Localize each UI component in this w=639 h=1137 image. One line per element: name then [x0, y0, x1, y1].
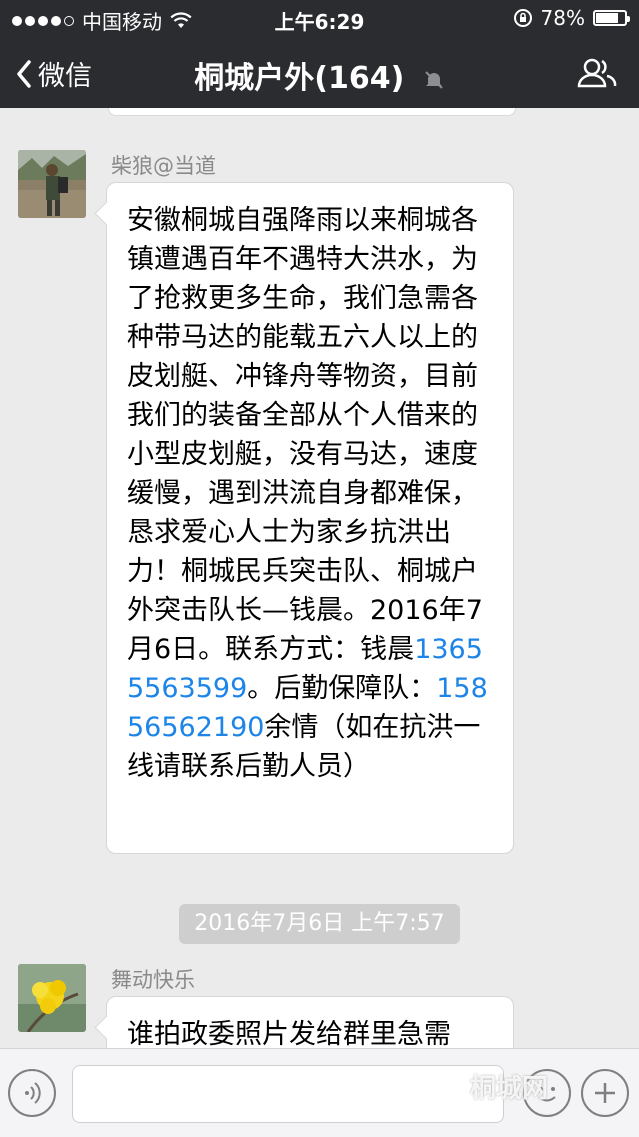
battery-percent: 78% [540, 6, 585, 30]
message-bubble[interactable]: 谁拍政委照片发给群里急需 [106, 996, 514, 1048]
battery-icon [593, 10, 630, 26]
message-text: 安徽桐城自强降雨以来桐城各镇遭遇百年不遇特大洪水，为了抢救更多生命，我们急需各种… [127, 205, 483, 665]
status-bar: 中国移动 上午6:29 78% [0, 0, 639, 36]
voice-button[interactable] [8, 1069, 56, 1117]
people-icon [577, 58, 617, 88]
chat-area[interactable]: 柴狼@当道 安徽桐城自强降雨以来桐城各镇遭遇百年不遇特大洪水，为了抢救更多生命，… [0, 108, 639, 1048]
battery-fill [596, 13, 618, 23]
chat-title-text: 桐城户外(164) [194, 61, 405, 96]
plus-icon [595, 1083, 615, 1103]
message-input[interactable] [72, 1065, 504, 1123]
sender-name: 柴狼@当道 [111, 154, 216, 178]
avatar-image [18, 964, 86, 1032]
more-button[interactable] [581, 1069, 629, 1117]
message-bubble[interactable]: 安徽桐城自强降雨以来桐城各镇遭遇百年不遇特大洪水，为了抢救更多生命，我们急需各种… [106, 182, 514, 854]
voice-icon [25, 1082, 41, 1104]
watermark: 桐城网 [470, 1074, 549, 1104]
avatar-image [18, 150, 86, 218]
nav-bar: 微信 桐城户外(164) [0, 36, 639, 108]
group-members-button[interactable] [577, 58, 617, 92]
chat-title: 桐城户外(164) [0, 53, 639, 97]
previous-message-bubble [108, 108, 516, 116]
status-right: 78% [513, 6, 630, 30]
rotation-lock-icon [513, 9, 532, 27]
sender-name: 舞动快乐 [111, 968, 195, 992]
mute-icon [425, 70, 443, 89]
avatar[interactable] [18, 150, 86, 218]
message-text: 。后勤保障队： [247, 673, 437, 704]
message-text: 谁拍政委照片发给群里急需 [127, 1019, 451, 1048]
avatar[interactable] [18, 964, 86, 1032]
message-timestamp: 2016年7月6日 上午7:57 [179, 904, 460, 944]
